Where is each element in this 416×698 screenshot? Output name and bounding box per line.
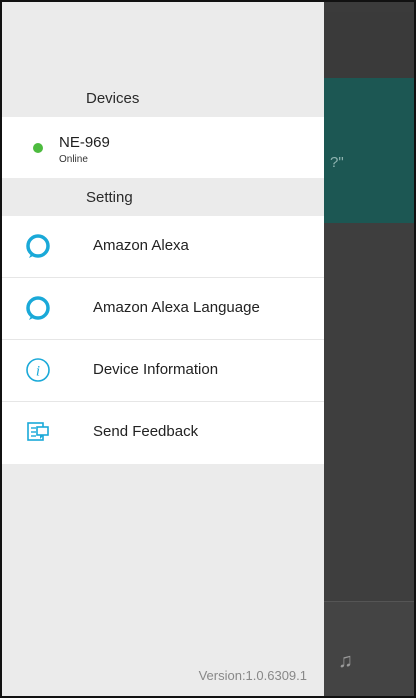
setting-header-label: Setting [86,189,133,206]
device-name: NE-969 [59,134,110,151]
alexa-icon [26,296,50,320]
background-banner-text: ?" [330,154,344,171]
device-item[interactable]: NE-969 Online [2,117,324,178]
alexa-icon [26,234,50,258]
navigation-drawer: Devices NE-969 Online Setting Amazon Ale… [2,2,324,696]
background-content [324,223,414,601]
online-status-dot [33,143,43,153]
background-top-bar [324,12,414,78]
menu-item-label: Device Information [93,361,219,378]
feedback-icon [27,422,49,441]
background-banner: ?" [324,78,414,223]
menu-item-label: Send Feedback [93,423,199,440]
menu-item-send-feedback[interactable]: Send Feedback [2,402,324,464]
app-frame: ?" ♫ Devices NE-969 Online Setting Amazo… [0,0,416,698]
svg-text:i: i [36,364,40,380]
devices-section-header: Devices [2,81,324,117]
menu-item-amazon-alexa-language[interactable]: Amazon Alexa Language [2,278,324,340]
music-icon: ♫ [338,650,353,672]
info-icon: i [26,358,50,382]
menu-item-amazon-alexa[interactable]: Amazon Alexa [2,216,324,278]
menu-item-label: Amazon Alexa [93,237,189,254]
background-footer: ♫ [324,601,414,696]
devices-header-label: Devices [86,90,140,107]
version-label: Version:1.0.6309.1 [198,668,307,683]
drawer-header [2,12,324,80]
device-status: Online [59,154,88,165]
settings-menu: Amazon Alexa Amazon Alexa Language i Dev… [2,216,324,464]
menu-item-label: Amazon Alexa Language [93,299,260,316]
setting-section-header: Setting [2,178,324,216]
menu-item-device-information[interactable]: i Device Information [2,340,324,402]
